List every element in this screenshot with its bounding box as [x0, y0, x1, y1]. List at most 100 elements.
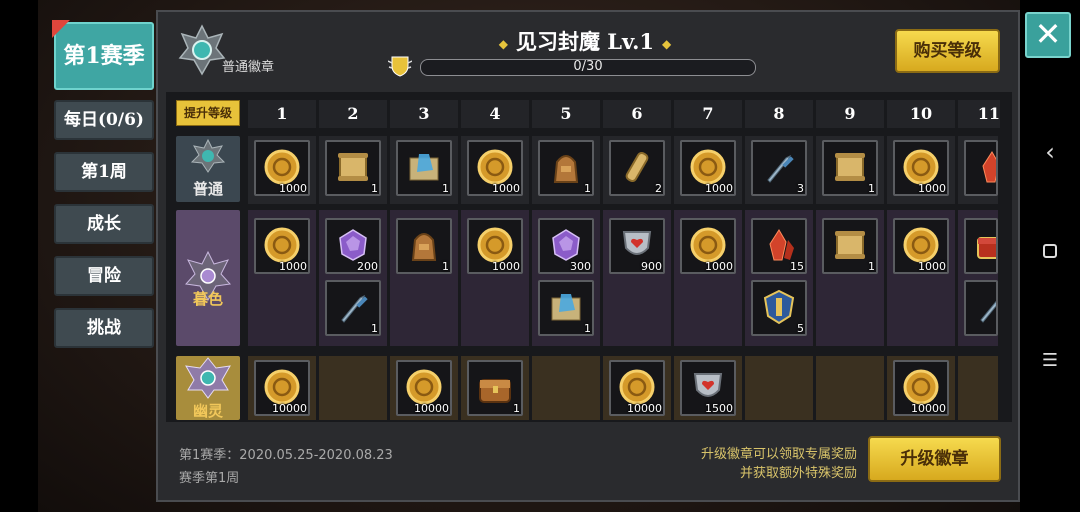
level-column-header: 11: [958, 100, 1000, 128]
tab-challenge[interactable]: 挑战: [54, 308, 154, 348]
item-quantity: 10000: [911, 402, 946, 415]
tab-growth[interactable]: 成长: [54, 204, 154, 244]
gold-coin-icon: [264, 227, 300, 263]
reward-item[interactable]: 1: [538, 280, 594, 336]
reward-item[interactable]: 1000: [680, 218, 736, 274]
reward-item[interactable]: [964, 218, 998, 274]
reward-item[interactable]: 1: [325, 280, 381, 336]
reward-item[interactable]: 1000: [254, 140, 310, 196]
tab-daily[interactable]: 每日(0/6): [54, 100, 154, 140]
reward-item[interactable]: 10000: [254, 360, 310, 416]
scroll-roll-icon: [625, 151, 649, 183]
upgrade-badge-button[interactable]: 升级徽章: [868, 436, 1001, 482]
red-crystal-icon: [982, 151, 996, 183]
reward-item[interactable]: 1: [396, 140, 452, 196]
item-quantity: 1: [868, 182, 875, 195]
reward-item[interactable]: 1: [538, 140, 594, 196]
title-text: 见习封魔 Lv.1: [515, 29, 655, 54]
item-quantity: 15: [790, 260, 804, 273]
twilight-tier-icon: [185, 250, 231, 302]
item-quantity: 3: [797, 182, 804, 195]
tab-week[interactable]: 第1周: [54, 152, 154, 192]
buy-level-button[interactable]: 购买等级: [895, 29, 1000, 73]
sword-icon: [341, 294, 368, 323]
level-column-header: 10: [887, 100, 955, 128]
reward-item[interactable]: 1000: [467, 140, 523, 196]
row-twilight-badge: [176, 210, 240, 346]
gold-coin-icon: [690, 227, 726, 263]
item-quantity: 10000: [272, 402, 307, 415]
gold-coin-icon: [690, 149, 726, 185]
item-quantity: 300: [570, 260, 591, 273]
gold-coin-icon: [903, 227, 939, 263]
gold-coin-icon: [264, 149, 300, 185]
reward-item[interactable]: 1: [822, 140, 878, 196]
row-ghost-label: 幽灵: [192, 402, 223, 420]
reward-item[interactable]: 10000: [609, 360, 665, 416]
reward-item[interactable]: 1000: [254, 218, 310, 274]
reward-item[interactable]: [964, 140, 998, 196]
tab-adventure[interactable]: 冒险: [54, 256, 154, 296]
reward-item[interactable]: 1: [325, 140, 381, 196]
reward-item[interactable]: 1000: [680, 140, 736, 196]
row-twilight-label: 暮色: [192, 290, 223, 308]
level-column-header: 7: [674, 100, 742, 128]
item-quantity: 1: [868, 260, 875, 273]
gold-coin-icon: [264, 369, 300, 405]
gold-coin-icon: [619, 369, 655, 405]
reward-item[interactable]: 10000: [893, 360, 949, 416]
grid-cell: [816, 356, 884, 420]
reward-item[interactable]: 5: [751, 280, 807, 336]
reward-item[interactable]: 1000: [893, 140, 949, 196]
reward-item[interactable]: 1: [467, 360, 523, 416]
season-dates: 第1赛季：2020.05.25-2020.08.23: [179, 448, 393, 463]
xp-progress-bar: 0/30: [420, 59, 756, 76]
grid-cell: [958, 356, 998, 420]
scroll-icon: [835, 231, 865, 259]
reward-item[interactable]: 1500: [680, 360, 736, 416]
rank-shield-icon: [388, 56, 412, 77]
item-quantity: 1: [442, 260, 449, 273]
reward-item[interactable]: 300: [538, 218, 594, 274]
xp-progress-text: 0/30: [573, 59, 603, 74]
item-quantity: 2: [655, 182, 662, 195]
home-nav-icon[interactable]: [1020, 244, 1080, 258]
reward-item[interactable]: 2: [609, 140, 665, 196]
scroll-icon: [338, 153, 368, 181]
purple-gem-icon: [339, 229, 367, 261]
reward-item[interactable]: [964, 280, 998, 336]
page-title: ◆ 见习封魔 Lv.1 ◆: [498, 29, 672, 54]
item-quantity: 10000: [414, 402, 449, 415]
heart-shield-icon: [693, 373, 723, 397]
level-column-header: 2: [319, 100, 387, 128]
normal-tier-icon: [190, 138, 226, 173]
item-quantity: 1000: [279, 260, 307, 273]
item-quantity: 1: [584, 182, 591, 195]
reward-item[interactable]: 1: [822, 218, 878, 274]
sword-icon: [980, 296, 996, 323]
upgrade-hint-line1: 升级徽章可以领取专属奖励: [700, 447, 857, 462]
item-quantity: 900: [641, 260, 662, 273]
grid-cell: [319, 356, 387, 420]
reward-item[interactable]: 900: [609, 218, 665, 274]
reward-item[interactable]: 3: [751, 140, 807, 196]
reward-item[interactable]: 1: [396, 218, 452, 274]
item-quantity: 1: [371, 182, 378, 195]
grid-cell: [532, 356, 600, 420]
level-column-header: 6: [603, 100, 671, 128]
close-button[interactable]: ✕: [1025, 12, 1071, 58]
reward-item[interactable]: 10000: [396, 360, 452, 416]
menu-nav-icon[interactable]: ☰: [1020, 350, 1080, 371]
item-quantity: 1: [371, 322, 378, 335]
item-quantity: 1000: [492, 182, 520, 195]
reward-item[interactable]: 15: [751, 218, 807, 274]
level-up-button[interactable]: 提升等级: [176, 100, 240, 126]
gold-coin-icon: [903, 149, 939, 185]
item-quantity: 1000: [705, 260, 733, 273]
reward-item[interactable]: 1000: [893, 218, 949, 274]
back-nav-icon[interactable]: ‹: [1020, 138, 1080, 166]
reward-item[interactable]: 1000: [467, 218, 523, 274]
item-quantity: 1000: [279, 182, 307, 195]
item-quantity: 1000: [918, 182, 946, 195]
reward-item[interactable]: 200: [325, 218, 381, 274]
